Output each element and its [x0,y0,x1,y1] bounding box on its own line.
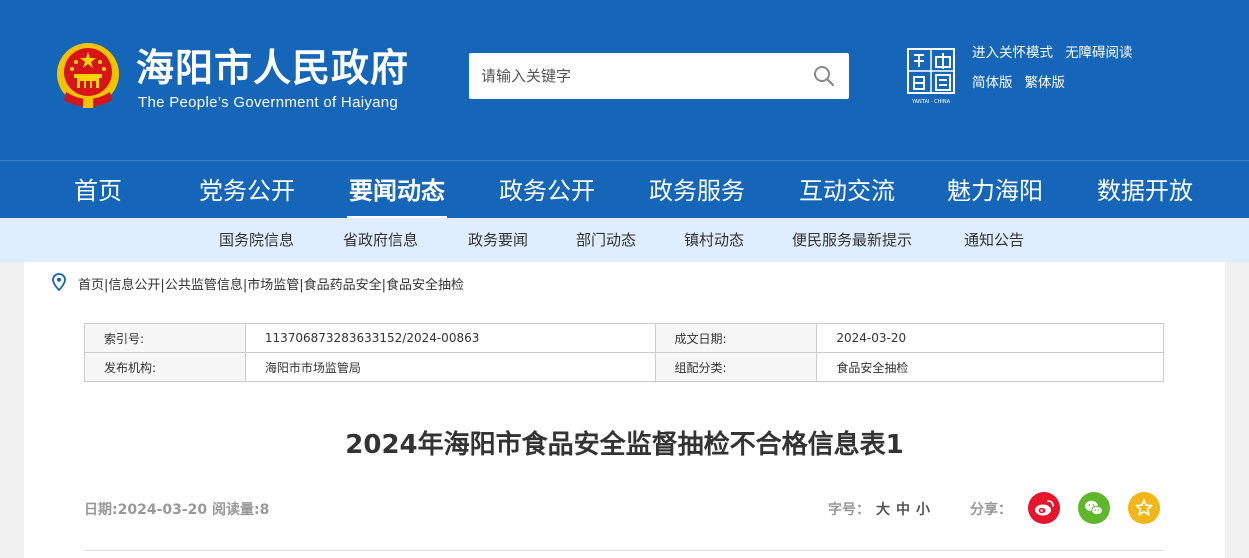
site-title[interactable]: 海阳市人民政府 [136,44,409,92]
favorite-share-button[interactable] [1128,492,1160,524]
index-number-value: 113706873283633152/2024-00863 [244,323,656,353]
article-title: 2024年海阳市食品安全监督抽检不合格信息表1 [345,430,904,460]
traditional-chinese-link[interactable]: 繁体版 [1025,75,1066,91]
font-size-medium-button[interactable]: 中 [896,502,910,518]
seal-caption: YANTAI · CHINA [911,99,951,105]
nav-government-services[interactable]: 政务服务 [647,161,747,219]
font-size-label: 字号： [828,502,870,518]
font-size-large-button[interactable]: 大 [876,502,890,518]
weibo-icon [1035,500,1054,516]
star-icon [1135,499,1153,516]
search-icon[interactable] [813,65,835,87]
breadcrumb-food-drug-safety[interactable]: 食品药品安全 [304,278,382,293]
sub-nav: 国务院信息 省政府信息 政务要闻 部门动态 镇村动态 便民服务最新提示 通知公告 [0,218,1249,262]
subnav-provincial-gov[interactable]: 省政府信息 [343,218,418,262]
nav-news[interactable]: 要闻动态 [347,161,447,219]
publisher-label: 发布机构: [84,352,246,382]
share-label: 分享： [970,502,1012,518]
nav-home[interactable]: 首页 [48,161,148,219]
accessible-reading-link[interactable]: 无障碍阅读 [1065,45,1133,61]
subnav-notices[interactable]: 通知公告 [964,218,1024,262]
breadcrumb: 首页|信息公开|公共监管信息|市场监管|食品药品安全|食品安全抽检 [78,278,465,293]
nav-open-data[interactable]: 数据开放 [1095,161,1195,219]
publish-date-views: 日期:2024-03-20 阅读量:8 [84,502,270,518]
nav-charm-haiyang[interactable]: 魅力海阳 [945,161,1045,219]
wechat-share-button[interactable] [1078,492,1110,524]
subnav-town-news[interactable]: 镇村动态 [684,218,744,262]
simplified-chinese-link[interactable]: 简体版 [972,75,1013,91]
publisher-value: 海阳市市场监管局 [244,352,656,382]
index-number-label: 索引号: [84,323,246,353]
subnav-department-news[interactable]: 部门动态 [576,218,636,262]
table-row: 索引号: 113706873283633152/2024-00863 成文日期:… [84,323,1164,353]
nav-government-affairs[interactable]: 政务公开 [497,161,597,219]
subnav-gov-news[interactable]: 政务要闻 [468,218,528,262]
weibo-share-button[interactable] [1028,492,1060,524]
search-input[interactable] [469,53,799,99]
care-mode-link[interactable]: 进入关怀模式 [972,45,1053,61]
breadcrumb-home[interactable]: 首页 [78,278,104,293]
document-meta-table: 索引号: 113706873283633152/2024-00863 成文日期:… [84,323,1164,382]
site-subtitle: The People’s Government of Haiyang [138,94,399,111]
breadcrumb-info-disclosure[interactable]: 信息公开 [108,278,160,293]
breadcrumb-market-supervision[interactable]: 市场监管 [247,278,299,293]
national-emblem-icon [57,43,119,108]
nav-party-affairs[interactable]: 党务公开 [197,161,297,219]
search-box [469,53,849,99]
table-row: 发布机构: 海阳市市场监管局 组配分类: 食品安全抽检 [84,352,1164,382]
font-size-small-button[interactable]: 小 [916,502,930,518]
location-pin-icon [52,273,66,291]
category-label: 组配分类: [654,352,818,382]
breadcrumb-public-supervision[interactable]: 公共监管信息 [165,278,243,293]
breadcrumb-food-safety-sampling[interactable]: 食品安全抽检 [386,278,464,293]
divider [84,550,1164,551]
yantai-china-seal-icon: YANTAI · CHINA [907,48,955,105]
font-size-control: 字号： 大中小 [828,499,930,519]
subnav-public-service-tips[interactable]: 便民服务最新提示 [792,218,912,262]
main-nav: 首页 党务公开 要闻动态 政务公开 政务服务 互动交流 魅力海阳 数据开放 [0,160,1249,219]
category-value: 食品安全抽检 [816,352,1164,382]
written-date-value: 2024-03-20 [816,323,1164,353]
site-header: 海阳市人民政府 The People’s Government of Haiya… [0,0,1249,160]
accessibility-links: 进入关怀模式 无障碍阅读 简体版 繁体版 [972,44,1145,104]
subnav-state-council[interactable]: 国务院信息 [219,218,294,262]
article-panel: 首页|信息公开|公共监管信息|市场监管|食品药品安全|食品安全抽检 索引号: 1… [24,262,1225,558]
written-date-label: 成文日期: [654,323,818,353]
wechat-icon [1085,500,1103,516]
nav-interaction[interactable]: 互动交流 [797,161,897,219]
